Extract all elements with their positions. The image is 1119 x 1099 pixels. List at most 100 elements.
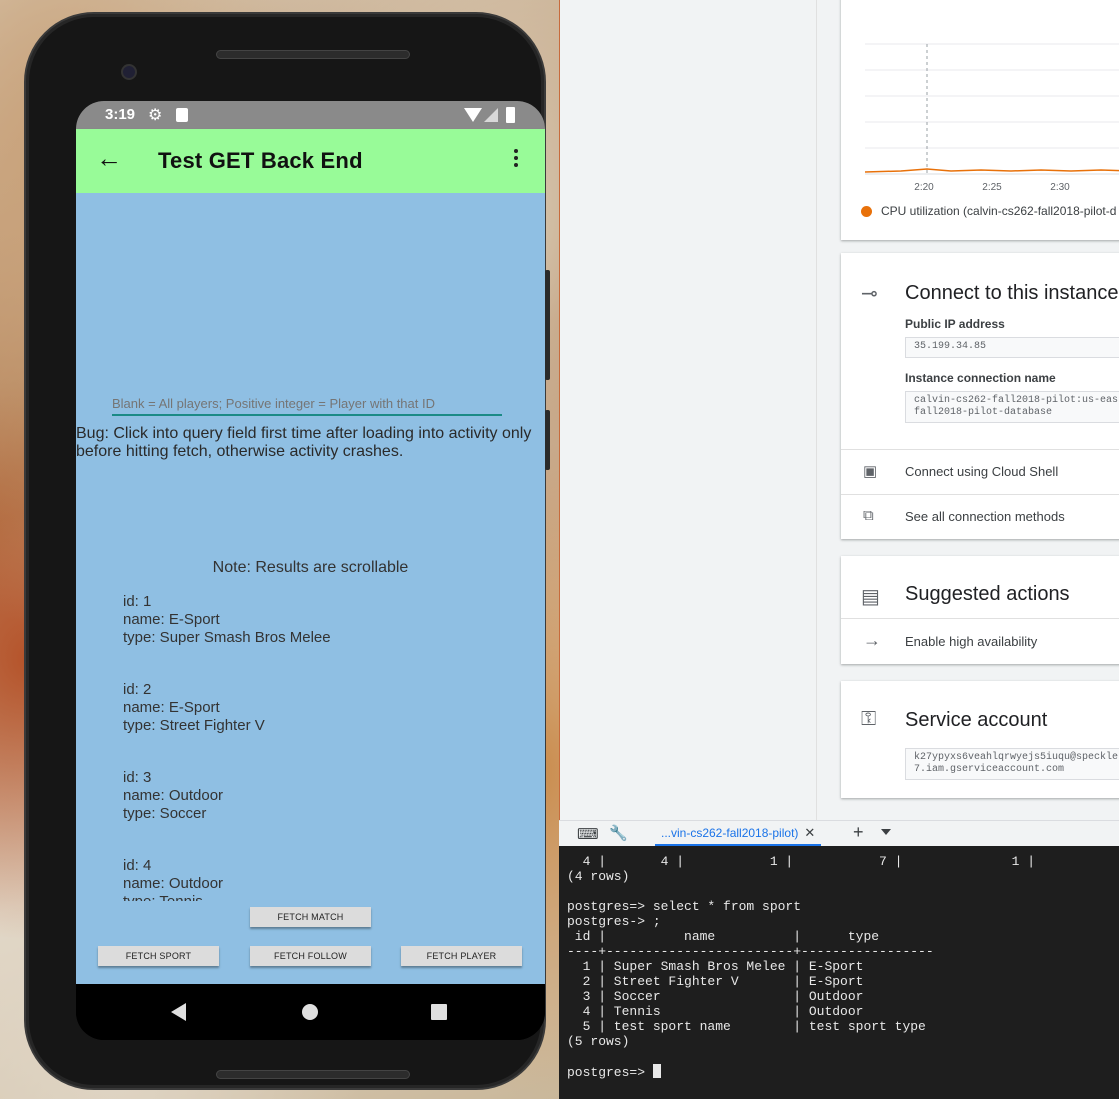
terminal-line: id | name | type xyxy=(567,929,880,944)
results-list[interactable]: id: 1 name: E-Sport type: Super Smash Br… xyxy=(123,593,523,901)
bug-note: Bug: Click into query field first time a… xyxy=(76,425,532,460)
suggested-actions-card: ▤ Suggested actions → Enable high availa… xyxy=(841,556,1119,664)
x-tick-label: 2:30 xyxy=(1050,182,1070,193)
terminal-line: 1 | Super Smash Bros Melee | E-Sport xyxy=(567,959,864,974)
terminal-line: 5 | test sport name | test sport type xyxy=(567,1019,926,1034)
fetch-match-button[interactable]: FETCH MATCH xyxy=(250,907,371,927)
activity-content: Bug: Click into query field first time a… xyxy=(76,193,545,984)
nav-recents-icon[interactable] xyxy=(431,1004,447,1020)
result-id: id: 4 xyxy=(123,857,152,874)
results-note: Note: Results are scrollable xyxy=(212,559,409,576)
actions-icon: ▤ xyxy=(861,586,880,608)
add-tab-icon[interactable]: + xyxy=(853,822,864,843)
result-item: id: 3 name: Outdoor type: Soccer xyxy=(123,769,523,823)
app-title: Test GET Back End xyxy=(158,148,363,173)
connection-name-field[interactable]: calvin-cs262-fall2018-pilot:us-eas fall2… xyxy=(905,391,1119,423)
fetch-follow-button[interactable]: FETCH FOLLOW xyxy=(250,946,371,966)
shell-tab-bar: ⌨ 🔧 ...vin-cs262-fall2018-pilot) ✕ + xyxy=(559,820,1119,846)
volume-button[interactable] xyxy=(545,410,550,470)
result-item: id: 4 name: Outdoor type: Tennis xyxy=(123,857,523,901)
result-type: type: Super Smash Bros Melee xyxy=(123,629,331,646)
terminal-line: 2 | Street Fighter V | E-Sport xyxy=(567,974,864,989)
divider xyxy=(841,449,1119,450)
terminal-cursor xyxy=(652,1064,661,1078)
chart-legend[interactable]: CPU utilization (calvin-cs262-fall2018-p… xyxy=(881,204,1116,218)
fetch-player-button[interactable]: FETCH PLAYER xyxy=(401,946,522,966)
cloud-shell-link[interactable]: Connect using Cloud Shell xyxy=(905,464,1058,479)
phone-emulator: 3:19 ⚙ ← Test GET Back End Bug: Click in… xyxy=(24,12,546,1090)
service-account-line: 7.iam.gserviceaccount.com xyxy=(914,764,1065,775)
result-id: id: 3 xyxy=(123,769,152,786)
divider xyxy=(841,618,1119,619)
phone-speaker xyxy=(216,50,410,59)
connection-name-line: fall2018-pilot-database xyxy=(914,407,1053,418)
shell-tab[interactable]: ...vin-cs262-fall2018-pilot) ✕ xyxy=(655,821,822,846)
ip-field[interactable]: 35.199.34.85 xyxy=(905,337,1119,358)
nav-home-icon[interactable] xyxy=(302,1004,318,1020)
cloud-console: 2:20 2:25 2:30 CPU utilization (calvin-c… xyxy=(559,0,1119,820)
phone-speaker-bottom xyxy=(216,1070,410,1079)
chart-gridlines xyxy=(865,43,1119,175)
signal-icon xyxy=(484,108,498,122)
chevron-down-icon[interactable] xyxy=(881,829,891,835)
result-name: name: Outdoor xyxy=(123,875,224,892)
terminal-line: postgres-> ; xyxy=(567,914,661,929)
service-title: Service account xyxy=(905,709,1048,731)
sd-card-icon xyxy=(176,108,188,122)
result-item: id: 1 name: E-Sport type: Super Smash Br… xyxy=(123,593,523,647)
terminal[interactable]: 4 | 4 | 1 | 7 | 1 | (4 rows) postgres=> … xyxy=(559,846,1119,1099)
result-id: id: 1 xyxy=(123,593,152,610)
phone-screen: 3:19 ⚙ ← Test GET Back End Bug: Click in… xyxy=(76,101,545,1040)
result-name: name: E-Sport xyxy=(123,699,220,716)
service-account-card: ⚿ Service account k27ypyxs6veahlqrwyejs5… xyxy=(841,681,1119,798)
status-bar: 3:19 ⚙ xyxy=(76,101,545,129)
result-type: type: Tennis xyxy=(123,893,523,901)
battery-icon xyxy=(506,107,515,123)
fetch-sport-button[interactable]: FETCH SPORT xyxy=(98,946,219,966)
terminal-line: (4 rows) xyxy=(567,869,630,884)
arrow-right-icon: → xyxy=(863,630,881,650)
divider xyxy=(841,494,1119,495)
query-input[interactable] xyxy=(112,392,502,416)
legend-swatch xyxy=(861,206,872,217)
connection-name-label: Instance connection name xyxy=(905,371,1056,385)
x-tick-label: 2:25 xyxy=(982,182,1002,193)
close-icon[interactable]: ✕ xyxy=(804,825,815,840)
external-link-icon: ⧉ xyxy=(863,507,874,524)
all-methods-link[interactable]: See all connection methods xyxy=(905,509,1065,524)
ip-label: Public IP address xyxy=(905,317,1005,331)
connect-card: ⊸ Connect to this instance Public IP add… xyxy=(841,253,1119,539)
keyboard-icon[interactable]: ⌨ xyxy=(577,825,599,843)
overflow-menu-icon[interactable] xyxy=(514,149,520,170)
wrench-icon[interactable]: 🔧 xyxy=(609,824,628,842)
shell-tab-label: ...vin-cs262-fall2018-pilot) xyxy=(661,826,799,840)
terminal-line xyxy=(567,884,1119,899)
terminal-line: 3 | Soccer | Outdoor xyxy=(567,989,864,1004)
settings-icon: ⚙ xyxy=(148,107,163,124)
terminal-line: postgres=> select * from sport xyxy=(567,899,802,914)
back-arrow-icon[interactable]: ← xyxy=(96,143,122,174)
terminal-line: (5 rows) xyxy=(567,1034,630,1049)
result-id: id: 2 xyxy=(123,681,152,698)
nav-back-icon[interactable] xyxy=(171,1003,186,1021)
service-account-field[interactable]: k27ypyxs6veahlqrwyejs5iuqu@speckle 7.iam… xyxy=(905,748,1119,780)
result-item: id: 2 name: E-Sport type: Street Fighter… xyxy=(123,681,523,735)
cpu-series-line xyxy=(864,168,1119,173)
terminal-line: 4 | Tennis | Outdoor xyxy=(567,1004,864,1019)
result-name: name: E-Sport xyxy=(123,611,220,628)
status-time: 3:19 xyxy=(105,106,136,123)
result-type: type: Soccer xyxy=(123,805,207,822)
result-name: name: Outdoor xyxy=(123,787,224,804)
key-icon: ⚿ xyxy=(861,708,877,730)
power-button[interactable] xyxy=(545,270,550,380)
connection-name-line: calvin-cs262-fall2018-pilot:us-eas xyxy=(914,395,1119,406)
actions-title: Suggested actions xyxy=(905,583,1070,605)
x-tick-label: 2:20 xyxy=(914,182,934,193)
front-camera xyxy=(121,64,137,80)
terminal-line: ----+------------------------+----------… xyxy=(567,944,934,959)
terminal-prompt: postgres=> xyxy=(567,1065,653,1080)
console-right-column: 2:20 2:25 2:30 CPU utilization (calvin-c… xyxy=(816,0,1119,820)
service-account-line: k27ypyxs6veahlqrwyejs5iuqu@speckle xyxy=(914,752,1119,763)
result-type: type: Street Fighter V xyxy=(123,717,265,734)
high-availability-link[interactable]: Enable high availability xyxy=(905,634,1037,649)
